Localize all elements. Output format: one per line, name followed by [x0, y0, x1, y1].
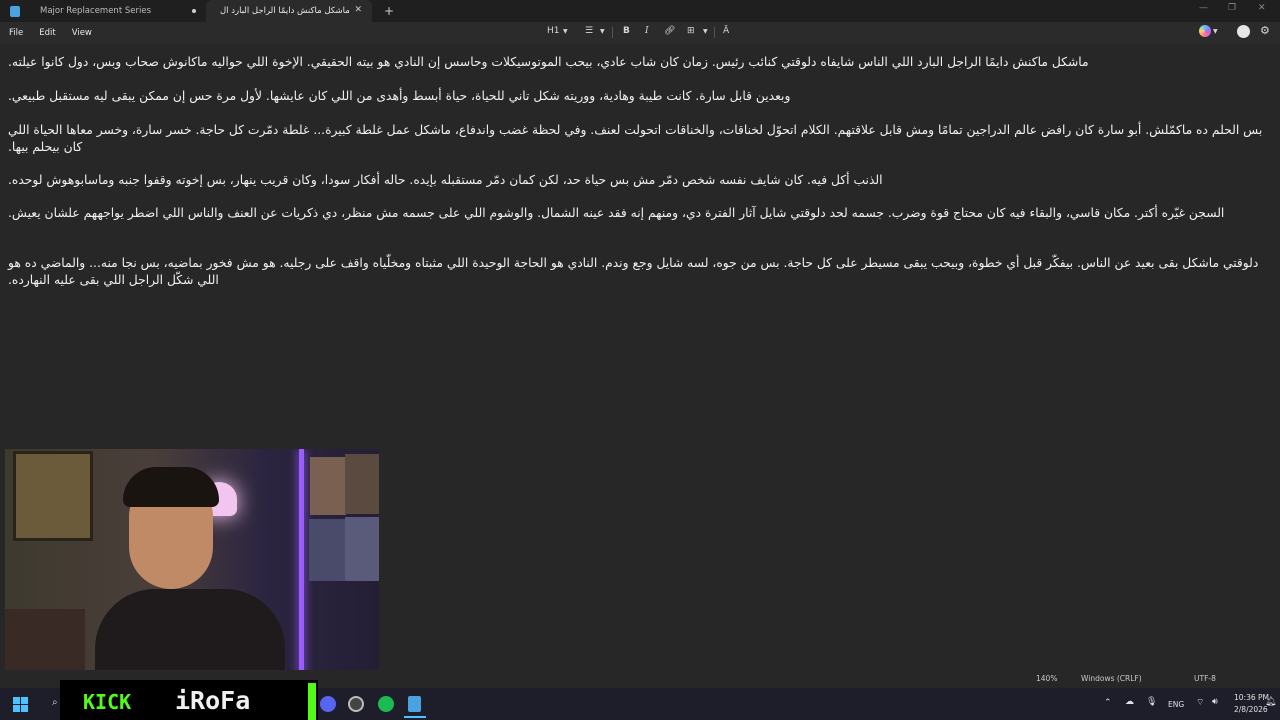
start-tile — [13, 705, 20, 712]
menu-edit[interactable]: Edit — [31, 28, 63, 38]
notepad-window: Major Replacement Series ماشكل ماكنش داي… — [0, 0, 1280, 720]
chevron-down-icon[interactable]: ▼ — [1213, 28, 1218, 35]
menu-bar: File Edit View — [0, 22, 1280, 44]
paragraph-2: وبعدين قابل سارة. كانت طيبة وهادية، ووري… — [8, 89, 791, 103]
poster — [310, 457, 346, 515]
title-bar: Major Replacement Series ماشكل ماكنش داي… — [0, 0, 1280, 22]
microphone-icon[interactable]: 🎙︎ — [1146, 697, 1157, 707]
wifi-icon[interactable]: ⌔ — [1196, 697, 1204, 708]
maximize-icon[interactable]: ❐ — [1228, 3, 1236, 13]
unsaved-dot-icon — [192, 9, 196, 13]
account-avatar-icon[interactable] — [1237, 25, 1250, 38]
show-hidden-icons-chevron-icon[interactable]: ⌃ — [1104, 698, 1112, 708]
poster — [309, 519, 345, 581]
streamer-name: iRoFa — [175, 686, 251, 715]
paragraph-3: بس الحلم ده ماكمّلش. أبو سارة كان رافض ع… — [8, 123, 1263, 154]
link-icon[interactable]: 🔗︎ — [664, 26, 675, 36]
spotify-icon[interactable] — [378, 696, 394, 712]
language-indicator[interactable]: ENG — [1168, 700, 1184, 709]
menu-file[interactable]: File — [0, 28, 31, 38]
table-icon[interactable]: ⊞ — [687, 26, 695, 36]
wall-painting — [13, 451, 93, 541]
clear-format-icon[interactable]: Ā — [723, 26, 729, 36]
toolbar-divider — [714, 27, 715, 38]
streamer-body — [95, 589, 285, 682]
streamer-hair — [123, 467, 219, 507]
heading-dropdown[interactable]: H1 — [547, 26, 560, 36]
menu-view[interactable]: View — [64, 28, 100, 38]
start-tile — [21, 697, 28, 704]
notepad-taskbar-icon[interactable] — [408, 696, 421, 712]
taskbar-search-icon[interactable]: ⌕ — [52, 697, 58, 708]
discord-icon[interactable] — [320, 696, 336, 712]
close-window-icon[interactable]: ✕ — [1258, 3, 1266, 13]
paragraph-5: السجن غيّره أكتر. مكان قاسي، والبقاء فيه… — [8, 206, 1225, 220]
tab-major-replacement-series[interactable]: Major Replacement Series — [26, 0, 206, 22]
copilot-icon[interactable] — [1199, 25, 1211, 37]
notifications-icon[interactable]: 🔔︎ — [1265, 697, 1276, 707]
kick-accent-bar — [308, 683, 316, 720]
poster — [345, 517, 379, 581]
neon-light-strip — [299, 449, 304, 682]
paragraph-6: دلوقتي ماشكل بقى بعيد عن الناس. بيفكّر ق… — [8, 256, 1259, 287]
tab-label: Major Replacement Series — [40, 6, 151, 16]
notepad-app-icon — [10, 5, 20, 17]
network-icon[interactable]: ☁ — [1125, 697, 1134, 707]
active-app-indicator — [404, 716, 426, 718]
poster — [345, 454, 379, 514]
encoding[interactable]: UTF-8 — [1194, 674, 1216, 683]
windows-start-icon[interactable] — [13, 697, 28, 712]
obs-icon[interactable] — [348, 696, 364, 712]
start-tile — [13, 697, 20, 704]
new-tab-button[interactable]: + — [384, 4, 394, 18]
clock-date[interactable]: 2/8/2026 — [1234, 705, 1268, 714]
close-tab-icon[interactable]: ✕ — [354, 5, 362, 15]
tab-active-document[interactable]: ماشكل ماكنش دايمًا الراجل البارد ال ✕ — [206, 0, 372, 22]
webcam-overlay — [5, 449, 379, 682]
clock-time[interactable]: 10:36 PM — [1234, 693, 1269, 702]
chevron-down-icon[interactable]: ▼ — [563, 28, 568, 35]
bold-button[interactable]: B — [623, 26, 630, 36]
chevron-down-icon[interactable]: ▼ — [703, 28, 708, 35]
line-ending[interactable]: Windows (CRLF) — [1081, 674, 1142, 683]
minimize-icon[interactable]: — — [1199, 3, 1208, 13]
list-icon[interactable]: ☰ — [585, 26, 593, 36]
paragraph-1: ماشكل ماكنش دايمًا الراجل البارد اللي ال… — [8, 55, 1089, 69]
paragraph-4: الذنب أكل فيه. كان شايف نفسه شخص دمّر مش… — [8, 173, 883, 187]
zoom-level[interactable]: 140% — [1036, 674, 1057, 683]
settings-gear-icon[interactable]: ⚙ — [1260, 24, 1270, 37]
kick-logo: KICK — [83, 690, 132, 714]
start-tile — [21, 705, 28, 712]
volume-icon[interactable]: 🔊︎ — [1212, 697, 1218, 707]
toolbar-divider — [612, 27, 613, 38]
italic-button[interactable]: I — [645, 26, 649, 36]
tab-label: ماشكل ماكنش دايمًا الراجل البارد ال — [220, 6, 350, 16]
chevron-down-icon[interactable]: ▼ — [600, 28, 605, 35]
